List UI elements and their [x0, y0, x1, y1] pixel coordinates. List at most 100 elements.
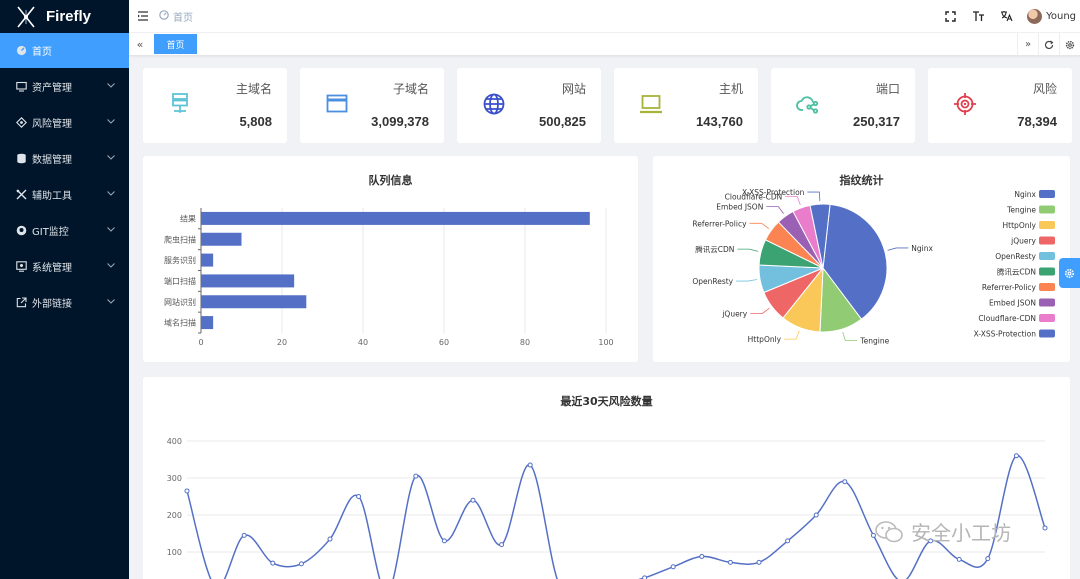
data-point[interactable] [670, 564, 676, 570]
fingerprint-panel: 指纹统计 Nginx Tengine HttpOnly jQuery OpenResty… [653, 156, 1070, 362]
sidebar-item-5[interactable]: GIT监控 [0, 212, 129, 248]
translate-icon[interactable] [999, 9, 1013, 23]
legend-label: Referrer-Policy [982, 283, 1037, 292]
legend-swatch[interactable] [1039, 329, 1055, 338]
legend-swatch[interactable] [1039, 283, 1055, 291]
legend-swatch[interactable] [1039, 221, 1055, 229]
data-point[interactable] [985, 556, 991, 562]
sidebar-item-label: 辅助工具 [32, 190, 72, 202]
breadcrumb-item[interactable]: 首页 [173, 9, 193, 24]
sidebar-item-label: 外部链接 [32, 298, 72, 310]
y-tick-label: 400 [167, 437, 182, 446]
stat-label: 风险 [1032, 82, 1057, 96]
bar[interactable] [201, 316, 214, 330]
slice-label: HttpOnly [748, 335, 782, 344]
stat-card[interactable]: 主机 143,760 [614, 68, 758, 143]
x-tick-label: 40 [358, 338, 368, 347]
scroll-left-icon[interactable]: « [129, 33, 151, 56]
legend-swatch[interactable] [1039, 252, 1055, 260]
asset-icon [16, 81, 27, 92]
settings-float-button[interactable] [1059, 258, 1080, 288]
bar[interactable] [201, 211, 590, 225]
data-point[interactable] [298, 561, 304, 567]
data-point[interactable] [413, 473, 419, 479]
watermark: 安全小工坊 [875, 517, 1011, 546]
stat-value: 500,825 [539, 114, 586, 129]
legend-swatch[interactable] [1039, 298, 1055, 307]
data-point[interactable] [470, 497, 476, 503]
legend-swatch[interactable] [1039, 236, 1055, 245]
legend-label: X-XSS-Protection [974, 330, 1037, 339]
data-point[interactable] [756, 559, 762, 565]
sidebar-item-3[interactable]: 数据管理 [0, 140, 129, 176]
stat-card[interactable]: 子域名 3,099,378 [300, 68, 444, 143]
risk-icon [16, 116, 27, 128]
data-point[interactable] [270, 560, 276, 566]
tag-dashboard[interactable]: 首页 [154, 34, 197, 54]
data-point[interactable] [727, 559, 733, 565]
user-menu[interactable]: Young [1027, 8, 1076, 24]
sidebar-item-7[interactable]: 外部链接 [0, 284, 129, 320]
data-point[interactable] [327, 536, 333, 542]
y-tick-label: 300 [167, 474, 182, 483]
sidebar-item-label: 风险管理 [32, 118, 72, 130]
hamburger-icon[interactable] [137, 10, 149, 22]
label-line [784, 330, 800, 340]
sidebar-item-6[interactable]: 系统管理 [0, 248, 129, 284]
data-point[interactable] [499, 542, 505, 548]
stat-card[interactable]: 网站 500,825 [457, 68, 601, 143]
data-point[interactable] [356, 494, 362, 499]
y-tick-label: 网站识别 [164, 297, 196, 307]
data-point[interactable] [241, 532, 247, 538]
chevron-down-icon [107, 297, 115, 307]
legend-label: Embed JSON [989, 299, 1036, 308]
stat-card[interactable]: 端口 250,317 [771, 68, 915, 143]
data-point[interactable] [842, 479, 848, 485]
data-point[interactable] [1042, 525, 1048, 531]
queue-bar-chart: 0 20 40 60 80 100 域名扫描 网站识别 端口扫描 服务识别 爬虫扫描 结果 [164, 208, 614, 347]
sidebar-item-1[interactable]: 资产管理 [0, 68, 129, 104]
user-name: Young [1046, 10, 1076, 22]
data-point[interactable] [184, 488, 190, 494]
sidebar-item-2[interactable]: 风险管理 [0, 104, 129, 140]
gear-icon[interactable] [1059, 33, 1080, 56]
data-point[interactable] [441, 538, 447, 544]
dashboard-icon [16, 45, 27, 56]
legend-swatch[interactable] [1039, 190, 1055, 198]
refresh-icon[interactable] [1038, 33, 1059, 56]
stat-card[interactable]: 主域名 5,808 [143, 68, 287, 143]
scroll-right-icon[interactable]: » [1017, 33, 1038, 56]
globe-icon [482, 92, 506, 116]
label-line [737, 248, 759, 252]
stat-label: 主机 [718, 82, 743, 96]
bar[interactable] [201, 232, 242, 246]
sidebar-item-label: GIT监控 [32, 226, 69, 238]
chevron-down-icon [107, 153, 115, 163]
app-logo[interactable]: Firefly [0, 0, 129, 33]
data-point[interactable] [1013, 453, 1019, 459]
x-tick-label: 0 [198, 338, 203, 347]
data-point[interactable] [699, 553, 705, 559]
sidebar-item-4[interactable]: 辅助工具 [0, 176, 129, 212]
bar[interactable] [201, 274, 295, 288]
slice-label: Referrer-Policy [692, 219, 747, 228]
tools-icon [16, 189, 27, 200]
data-point[interactable] [813, 512, 819, 518]
bar[interactable] [201, 295, 307, 309]
fullscreen-icon[interactable] [943, 9, 957, 23]
sidebar-item-0[interactable]: 首页 [0, 33, 129, 68]
font-size-icon[interactable] [971, 9, 985, 23]
system-icon [16, 260, 27, 272]
sidebar-item-label: 资产管理 [32, 82, 72, 94]
data-point[interactable] [527, 462, 533, 468]
legend-swatch[interactable] [1039, 267, 1055, 276]
legend-swatch[interactable] [1039, 205, 1055, 214]
data-point[interactable] [785, 538, 791, 544]
legend-swatch[interactable] [1039, 314, 1055, 322]
legend-label: OpenResty [995, 252, 1036, 261]
data-point[interactable] [956, 556, 962, 562]
stat-card[interactable]: 风险 78,394 [928, 68, 1072, 143]
gear-icon [1064, 268, 1075, 278]
target-icon [953, 92, 977, 116]
bar[interactable] [201, 253, 214, 267]
